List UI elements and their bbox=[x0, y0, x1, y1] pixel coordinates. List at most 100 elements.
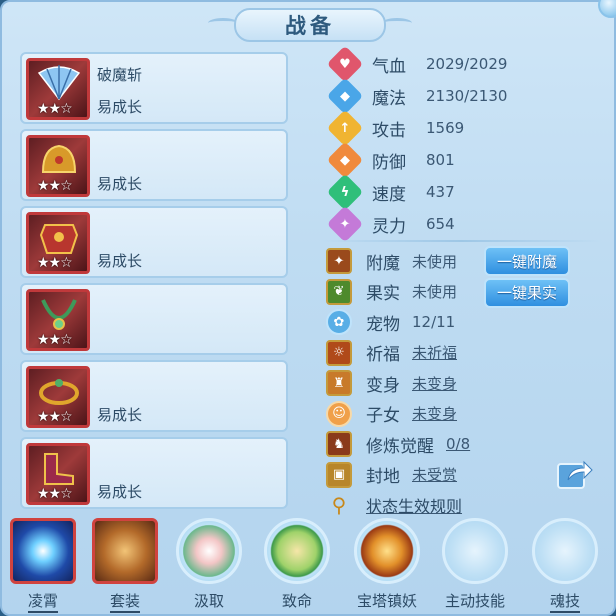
one-click-enchant-button[interactable]: 一键附魔 bbox=[484, 246, 570, 276]
helmet-icon[interactable]: ★★☆ bbox=[26, 135, 90, 197]
stat-spirit: ✦ 灵力 654 bbox=[326, 205, 588, 243]
lingxiao-icon[interactable] bbox=[10, 518, 76, 584]
stat-defense: ◆ 防御 801 bbox=[326, 141, 588, 179]
equipment-list: ★★☆ 破魔斩 易成长 ★★☆ 易成长 ★★☆ 易成长 ★★☆ ★★☆ 易成长 … bbox=[20, 52, 288, 514]
skill-label: 魂技 bbox=[549, 590, 580, 613]
status-value: 未使用 bbox=[412, 283, 458, 302]
skill-suit[interactable]: 套装 bbox=[90, 518, 160, 613]
equipment-slot-5[interactable]: ★★☆ 易成长 bbox=[20, 360, 288, 432]
close-orb-icon[interactable] bbox=[598, 0, 616, 18]
status-label: 宠物 bbox=[366, 314, 400, 335]
spirit-icon: ✦ bbox=[326, 205, 364, 243]
speed-icon: ϟ bbox=[326, 173, 364, 211]
equipment-tag: 易成长 bbox=[97, 406, 143, 424]
soul-skill-icon[interactable] bbox=[532, 518, 598, 584]
star-rating: ★★☆ bbox=[37, 178, 73, 194]
transform-icon: ♜ bbox=[326, 370, 352, 397]
fief-icon: ▣ bbox=[326, 461, 352, 488]
skill-label: 致命 bbox=[281, 592, 312, 610]
status-label: 祈福 bbox=[366, 345, 400, 366]
status-label: 修炼觉醒 bbox=[366, 436, 434, 457]
magnifier-icon: ⚲ bbox=[331, 493, 347, 518]
bless-icon: ☼ bbox=[326, 339, 352, 366]
equipment-slot-6[interactable]: ★★☆ 易成长 bbox=[20, 437, 288, 509]
equipment-slot-4[interactable]: ★★☆ bbox=[20, 283, 288, 355]
status-link[interactable]: 0/8 bbox=[446, 435, 470, 453]
equipment-slot-1[interactable]: ★★☆ 破魔斩 易成长 bbox=[20, 52, 288, 124]
stats-list: ♥ 气血 2029/2029 ◆ 魔法 2130/2130 ↑ 攻击 1569 … bbox=[326, 45, 588, 243]
stat-label: 灵力 bbox=[372, 216, 406, 237]
one-click-fruit-button[interactable]: 一键果实 bbox=[484, 277, 570, 308]
suit-icon[interactable] bbox=[92, 518, 158, 584]
status-bless[interactable]: ☼ 祈福 未祈福 bbox=[326, 338, 596, 369]
status-link[interactable]: 未祈福 bbox=[412, 342, 457, 363]
stat-attack: ↑ 攻击 1569 bbox=[326, 109, 588, 147]
stat-mp: ◆ 魔法 2130/2130 bbox=[326, 77, 588, 115]
status-label: 变身 bbox=[366, 375, 400, 396]
skill-pagoda[interactable]: 宝塔镇妖 bbox=[352, 518, 422, 611]
status-transform[interactable]: ♜ 变身 未变身 bbox=[326, 368, 596, 399]
battle-prep-panel: 战备 ★★☆ 破魔斩 易成长 ★★☆ 易成长 ★★☆ 易成长 ★★☆ ★★☆ 易… bbox=[0, 0, 616, 616]
stat-value: 654 bbox=[426, 215, 455, 233]
status-child[interactable]: ☺ 子女 未变身 bbox=[326, 399, 596, 430]
status-pet[interactable]: ✿ 宠物 12/11 bbox=[326, 307, 596, 338]
title-ornament-right bbox=[382, 18, 412, 28]
section-divider bbox=[320, 240, 602, 242]
status-rules-link[interactable]: 状态生效规则 bbox=[366, 493, 462, 517]
stat-value: 2029/2029 bbox=[426, 55, 508, 73]
equipment-tag: 易成长 bbox=[97, 252, 143, 270]
status-link[interactable]: 未变身 bbox=[412, 403, 457, 424]
stat-label: 防御 bbox=[372, 152, 406, 173]
equipment-slot-2[interactable]: ★★☆ 易成长 bbox=[20, 129, 288, 201]
stat-value: 1569 bbox=[426, 119, 465, 137]
status-link[interactable]: 未变身 bbox=[412, 373, 457, 394]
share-icon[interactable] bbox=[556, 456, 594, 490]
pagoda-icon[interactable] bbox=[354, 518, 420, 584]
armor-icon[interactable]: ★★☆ bbox=[26, 212, 90, 274]
equipment-slot-3[interactable]: ★★☆ 易成长 bbox=[20, 206, 288, 278]
heart-icon: ♥ bbox=[326, 45, 364, 83]
status-label: 封地 bbox=[366, 467, 400, 488]
stat-label: 气血 bbox=[372, 56, 406, 77]
stat-value: 801 bbox=[426, 151, 455, 169]
star-rating: ★★☆ bbox=[37, 486, 73, 502]
skill-absorb[interactable]: 汲取 bbox=[174, 518, 244, 611]
active-skill-icon[interactable] bbox=[442, 518, 508, 584]
skill-label: 主动技能 bbox=[444, 592, 505, 610]
skill-active[interactable]: 主动技能 bbox=[440, 518, 510, 611]
skill-lingxiao[interactable]: 凌霄 bbox=[8, 518, 78, 613]
attack-icon: ↑ bbox=[326, 109, 364, 147]
skill-label: 凌霄 bbox=[27, 590, 58, 613]
status-link[interactable]: 未受赏 bbox=[412, 464, 457, 485]
stat-value: 2130/2130 bbox=[426, 87, 508, 105]
absorb-icon[interactable] bbox=[176, 518, 242, 584]
star-rating: ★★☆ bbox=[37, 255, 73, 271]
enchant-icon: ✦ bbox=[326, 248, 352, 275]
status-value: 未使用 bbox=[412, 252, 458, 271]
boots-icon[interactable]: ★★☆ bbox=[26, 443, 90, 505]
star-rating: ★★☆ bbox=[37, 332, 73, 348]
window-title: 战备 bbox=[234, 8, 386, 42]
stat-hp: ♥ 气血 2029/2029 bbox=[326, 45, 588, 83]
fruit-icon: ❦ bbox=[326, 278, 352, 305]
fatal-icon[interactable] bbox=[264, 518, 330, 584]
cultivation-icon: ♞ bbox=[326, 431, 352, 458]
equipment-name: 破魔斩 bbox=[97, 66, 143, 84]
stat-value: 437 bbox=[426, 183, 455, 201]
status-label: 子女 bbox=[366, 406, 400, 427]
status-cultivation[interactable]: ♞ 修炼觉醒 0/8 bbox=[326, 429, 596, 460]
stat-speed: ϟ 速度 437 bbox=[326, 173, 588, 211]
skill-label: 宝塔镇妖 bbox=[356, 592, 417, 610]
belt-icon[interactable]: ★★☆ bbox=[26, 366, 90, 428]
defense-icon: ◆ bbox=[326, 141, 364, 179]
status-label: 附魔 bbox=[366, 253, 400, 274]
necklace-icon[interactable]: ★★☆ bbox=[26, 289, 90, 351]
status-rules[interactable]: ⚲ 状态生效规则 bbox=[326, 490, 596, 521]
skill-label: 汲取 bbox=[193, 592, 224, 610]
stat-label: 攻击 bbox=[372, 120, 406, 141]
skill-label: 套装 bbox=[109, 590, 140, 613]
skill-soul[interactable]: 魂技 bbox=[530, 518, 600, 613]
fan-icon[interactable]: ★★☆ bbox=[26, 58, 90, 120]
skill-fatal[interactable]: 致命 bbox=[262, 518, 332, 611]
stat-label: 速度 bbox=[372, 184, 406, 205]
